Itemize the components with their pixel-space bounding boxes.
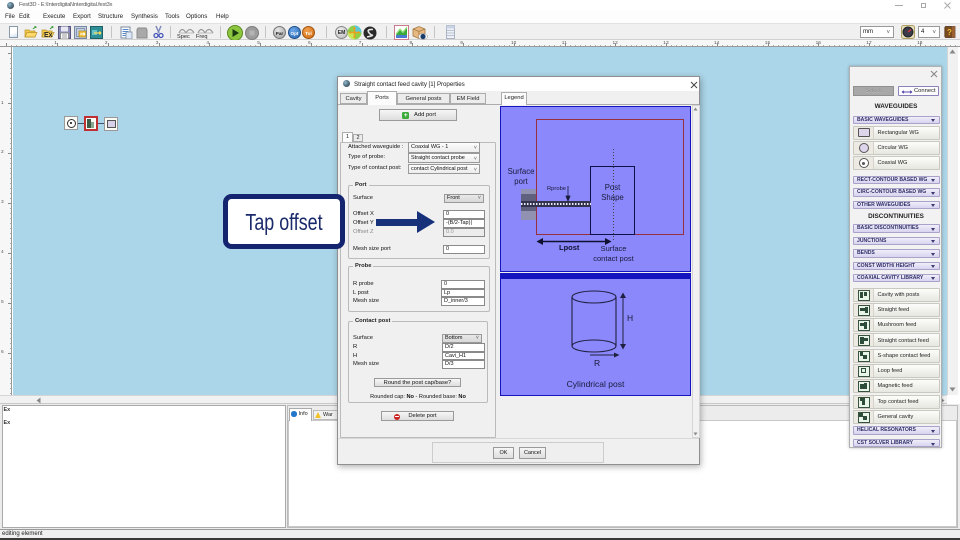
svg-text:Ex: Ex: [44, 32, 53, 39]
svg-text:?: ?: [947, 28, 952, 37]
